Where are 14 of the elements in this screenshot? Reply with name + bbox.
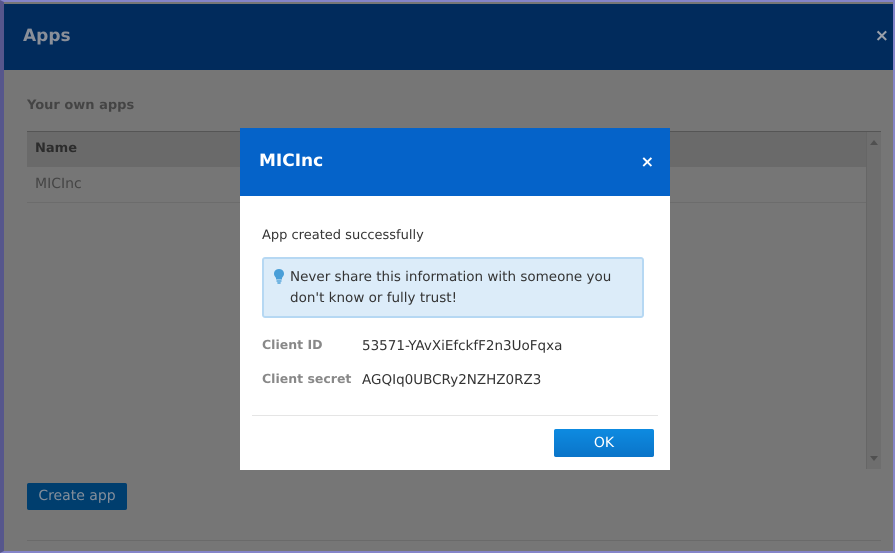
field-label: Client secret [262, 370, 352, 388]
ok-button[interactable]: OK [554, 429, 654, 458]
scroll-up-icon[interactable] [870, 140, 878, 144]
warning-text: Never share this information with someone you don't know or fully trust! [290, 268, 612, 308]
field-label: Client ID [262, 336, 324, 354]
lightbulb-icon [274, 268, 284, 284]
create-app-button[interactable]: Create app [27, 482, 127, 510]
close-button[interactable]: × [874, 24, 889, 50]
dialog-title: Apps [23, 25, 71, 48]
field-value: AGQIq0UBCRy2NZHZ0RZ3 [362, 370, 542, 390]
scrollbar[interactable] [866, 132, 881, 468]
field-value: 53571-YAvXiEfckfF2n3UoFqxa [362, 336, 562, 356]
scroll-down-icon[interactable] [870, 456, 878, 460]
success-message: App created successfully [262, 227, 425, 245]
